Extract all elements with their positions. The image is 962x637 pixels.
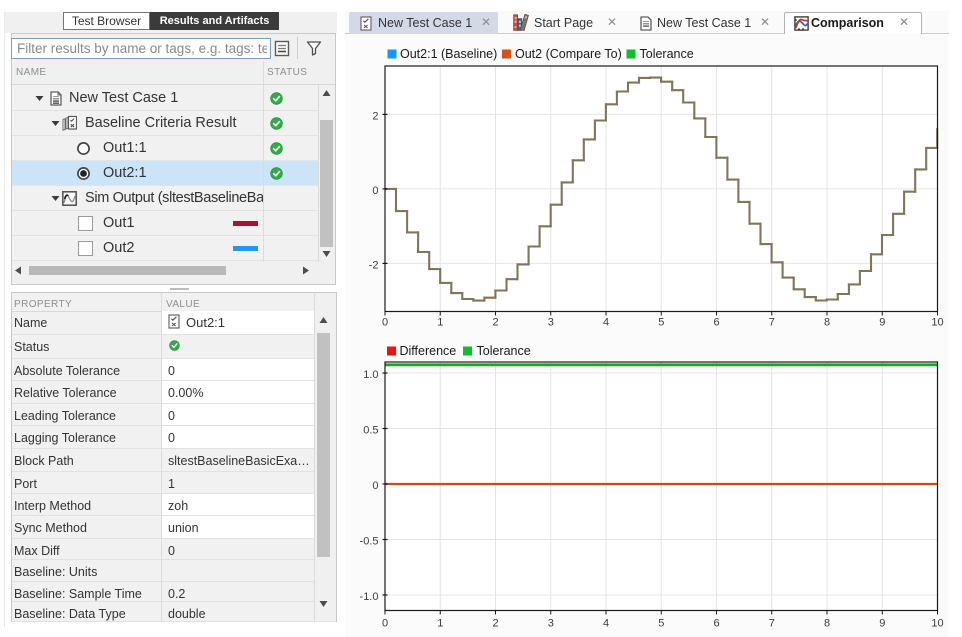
svg-text:1: 1 (437, 317, 443, 329)
svg-text:0: 0 (372, 480, 378, 492)
svg-text:7: 7 (769, 618, 775, 630)
svg-text:1.0: 1.0 (363, 369, 378, 381)
svg-text:3: 3 (548, 317, 554, 329)
svg-text:4: 4 (603, 317, 609, 329)
svg-text:1: 1 (437, 618, 443, 630)
svg-text:-0.5: -0.5 (360, 536, 379, 548)
svg-text:7: 7 (769, 317, 775, 329)
svg-text:-2: -2 (369, 259, 379, 271)
svg-text:2: 2 (492, 618, 498, 630)
svg-text:5: 5 (658, 317, 664, 329)
svg-text:0.5: 0.5 (363, 425, 378, 437)
svg-text:Out2 (Compare To): Out2 (Compare To) (515, 47, 622, 61)
svg-text:2: 2 (492, 317, 498, 329)
svg-text:0: 0 (372, 185, 378, 197)
svg-text:0: 0 (382, 618, 388, 630)
svg-text:-1.0: -1.0 (360, 591, 379, 603)
svg-text:2: 2 (372, 110, 378, 122)
svg-text:0: 0 (382, 317, 388, 329)
svg-text:9: 9 (879, 618, 885, 630)
svg-text:Difference: Difference (400, 344, 457, 358)
svg-text:10: 10 (931, 618, 943, 630)
svg-text:Tolerance: Tolerance (640, 47, 694, 61)
svg-text:6: 6 (713, 618, 719, 630)
svg-text:5: 5 (658, 618, 664, 630)
svg-text:Out2:1 (Baseline): Out2:1 (Baseline) (400, 47, 497, 61)
svg-text:4: 4 (603, 618, 609, 630)
svg-text:8: 8 (824, 317, 830, 329)
svg-text:8: 8 (824, 618, 830, 630)
svg-text:3: 3 (548, 618, 554, 630)
svg-text:6: 6 (713, 317, 719, 329)
svg-text:9: 9 (879, 317, 885, 329)
svg-text:Tolerance: Tolerance (477, 344, 531, 358)
svg-text:10: 10 (931, 317, 943, 329)
